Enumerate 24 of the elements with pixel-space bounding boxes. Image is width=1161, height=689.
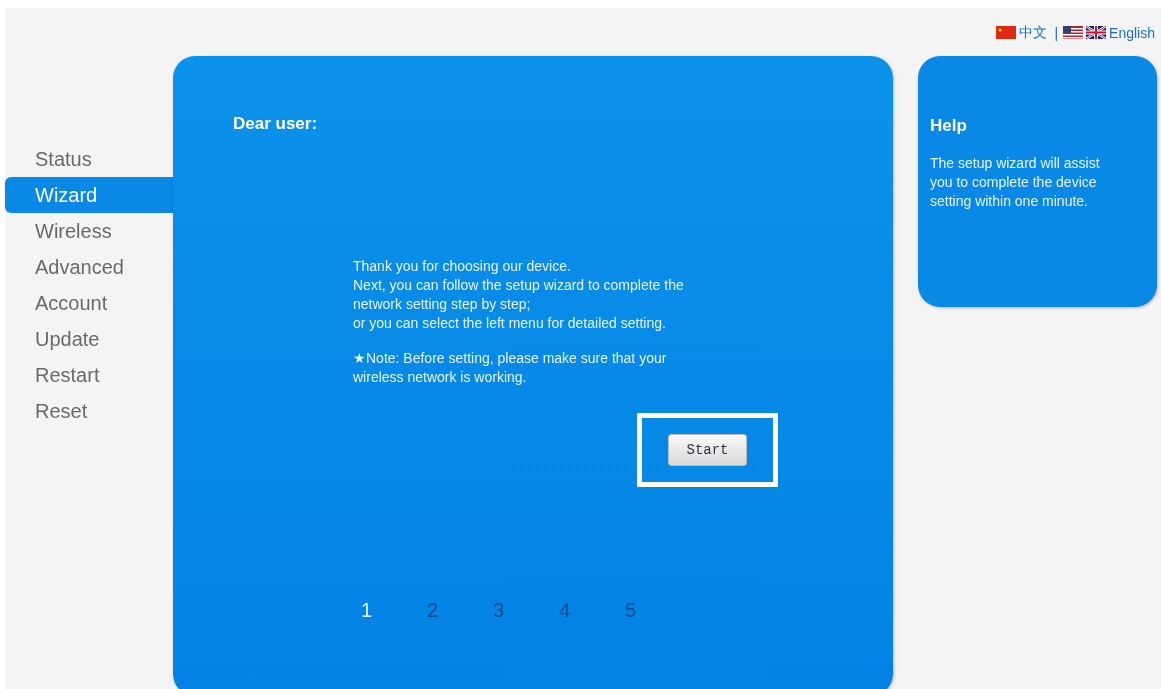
start-button[interactable]: Start <box>668 434 747 466</box>
message-text: ★Note: Before setting, please make sure that your wireless network is working. <box>353 349 668 387</box>
sidebar-item[interactable]: Status <box>5 141 173 177</box>
flag-icon[interactable] <box>1086 26 1107 39</box>
flag-icon[interactable] <box>1063 26 1084 39</box>
sidebar-item[interactable]: Wireless <box>5 213 173 249</box>
sidebar-item[interactable]: Advanced <box>5 249 173 285</box>
step-number: 1 <box>361 599 374 622</box>
step-number: 2 <box>427 599 440 622</box>
separator: | <box>1054 24 1059 41</box>
help-title: Help <box>930 116 968 136</box>
sidebar-item[interactable]: Update <box>5 321 173 357</box>
step-number: 3 <box>493 599 506 622</box>
step-number: 5 <box>625 599 638 622</box>
help-text: The setup wizard will assist you to complete the device setting within one minute. <box>930 154 1101 211</box>
sidebar-item[interactable]: Restart <box>5 357 173 393</box>
language-link[interactable]: 中文 <box>1019 23 1048 42</box>
greeting-heading: Dear user: <box>233 114 319 134</box>
sidebar-item[interactable]: Wizard <box>5 177 173 213</box>
sidebar-item[interactable]: Account <box>5 285 173 321</box>
message-text: Thank you for choosing our device. Next, you can follow the setup wizard to complete the network setting step by step; or you can select the left menu for detailed setting. <box>353 257 685 333</box>
step-number: 4 <box>559 599 572 622</box>
sidebar-item[interactable]: Reset <box>5 393 173 429</box>
language-link[interactable]: English <box>1109 24 1155 41</box>
